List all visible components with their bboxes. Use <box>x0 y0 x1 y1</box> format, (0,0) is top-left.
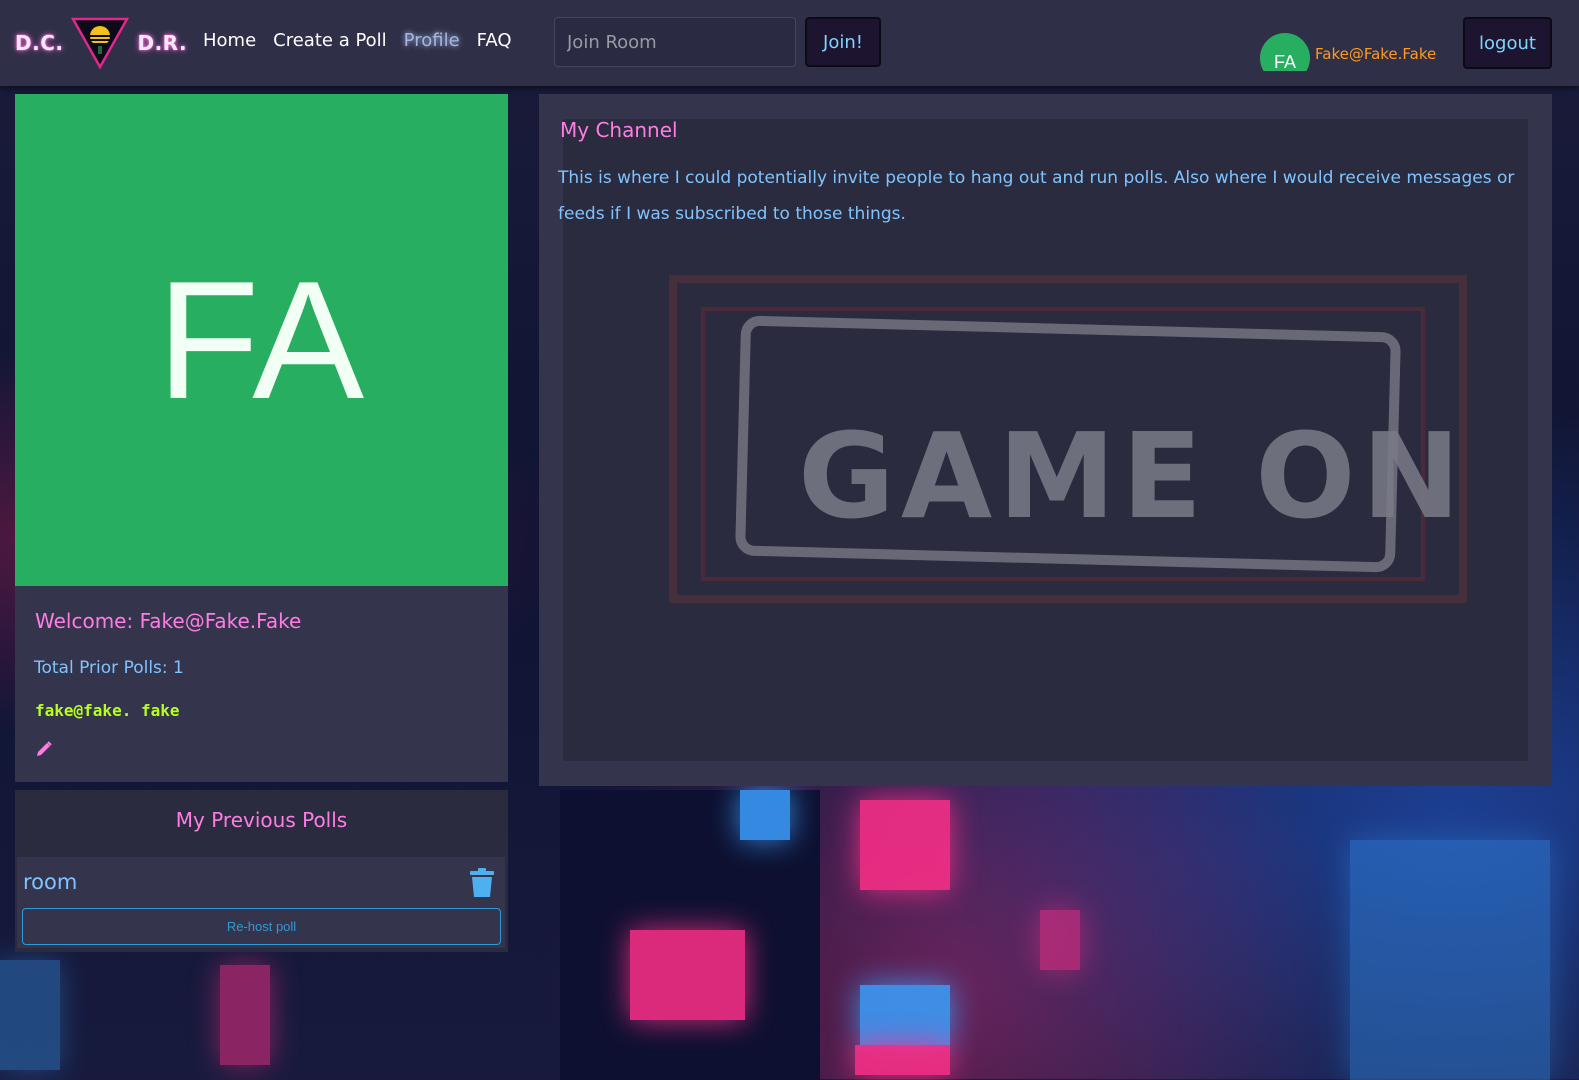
nav-home[interactable]: Home <box>203 30 256 51</box>
nav-profile[interactable]: Profile <box>404 30 460 51</box>
channel-title: My Channel <box>560 118 678 142</box>
poll-name: room <box>23 870 78 894</box>
channel-description: This is where I could potentially invite… <box>558 168 1515 224</box>
profile-card: FA Welcome: Fake@Fake.Fake Total Prior P… <box>15 94 508 782</box>
list-item: room Re-host poll <box>17 857 505 948</box>
nav-create-poll[interactable]: Create a Poll <box>273 30 387 51</box>
join-button[interactable]: Join! <box>805 17 881 67</box>
brand[interactable]: D.C. D.R. <box>15 17 188 70</box>
profile-avatar: FA <box>15 94 508 586</box>
total-polls-count: Total Prior Polls: 1 <box>34 658 184 678</box>
neon-sign-text: GAME ON <box>798 407 1467 545</box>
trash-icon[interactable] <box>469 868 495 898</box>
user-avatar-initials: FA <box>1260 33 1310 71</box>
navbar: D.C. D.R. Home Create a Poll Profile FAQ… <box>0 0 1579 86</box>
brand-right-text: D.R. <box>137 31 188 55</box>
user-avatar[interactable]: FA <box>1260 33 1310 71</box>
main-nav: Home Create a Poll Profile FAQ <box>203 30 512 51</box>
user-email[interactable]: Fake@Fake.Fake <box>1315 45 1436 63</box>
sunset-logo-icon <box>71 17 130 70</box>
profile-initials: FA <box>156 245 367 434</box>
welcome-heading: Welcome: Fake@Fake.Fake <box>35 609 301 633</box>
welcome-label: Welcome: <box>35 609 140 633</box>
welcome-name: Fake@Fake.Fake <box>139 609 302 633</box>
brand-left-text: D.C. <box>15 31 64 55</box>
profile-email: fake@fake. fake <box>35 701 180 720</box>
previous-polls-card: My Previous Polls room Re-host poll <box>15 790 508 952</box>
previous-polls-title: My Previous Polls <box>15 790 508 854</box>
pencil-icon[interactable] <box>35 740 53 758</box>
join-room-input[interactable] <box>554 17 796 67</box>
rehost-poll-button[interactable]: Re-host poll <box>22 908 501 945</box>
logout-button[interactable]: logout <box>1463 17 1552 69</box>
channel-card: GAME ON My Channel This is where I could… <box>539 94 1552 786</box>
nav-faq[interactable]: FAQ <box>477 30 512 51</box>
